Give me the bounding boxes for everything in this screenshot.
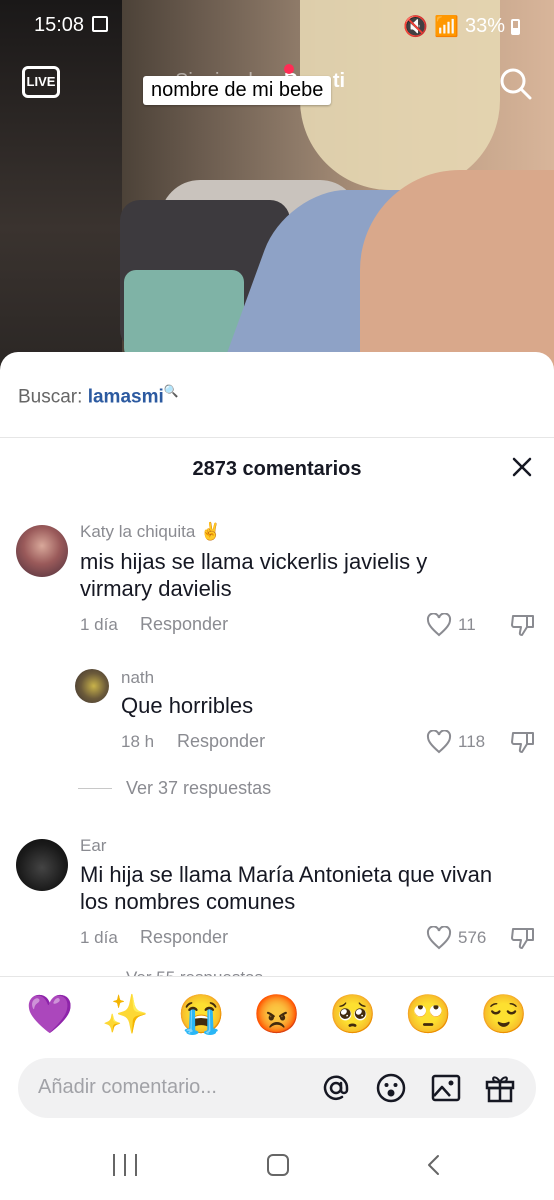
emoji-crying[interactable]: 😭 (178, 993, 225, 1037)
emoji-relieved[interactable]: 😌 (480, 993, 527, 1037)
view-replies-peek-inner: Ver 55 respuestas (78, 968, 263, 976)
comment-text-line: los nombres comunes (80, 889, 296, 914)
comment-time: 1 día (80, 928, 118, 947)
comment-text-line: mis hijas se llama vickerlis javielis y (80, 549, 428, 574)
back-icon[interactable] (425, 1154, 443, 1176)
search-icon[interactable] (498, 66, 532, 100)
live-icon[interactable]: LIVE (22, 66, 60, 98)
close-icon[interactable] (510, 455, 534, 479)
view-replies-peek[interactable]: Ver 55 respuestas (0, 960, 554, 976)
comments-count: 2873 comentarios (192, 458, 362, 480)
mute-icon: 🔇 (403, 16, 429, 38)
video-caption: nombre de mi bebe (143, 76, 332, 105)
dislike-icon[interactable] (510, 612, 536, 638)
emoji-icon[interactable] (375, 1072, 407, 1104)
image-icon[interactable] (430, 1072, 462, 1104)
view-replies-button[interactable]: Ver 37 respuestas (78, 778, 271, 799)
video-frame-shape (124, 270, 244, 360)
like-count: 118 (458, 732, 486, 751)
like-button[interactable]: 11 (426, 613, 476, 637)
search-small-icon: 🔍 (163, 384, 179, 398)
emoji-eye-roll[interactable]: 🙄 (405, 993, 452, 1037)
emoji-quick-bar: 💜 ✨ 😭 😡 🥺 🙄 😌 (0, 993, 554, 1037)
like-count: 11 (458, 615, 476, 634)
avatar[interactable] (16, 525, 68, 577)
replies-line (78, 788, 112, 789)
comment-text: Que horribles (121, 693, 254, 718)
home-icon[interactable] (267, 1154, 289, 1176)
video-player[interactable] (0, 0, 554, 380)
heart-icon (426, 730, 452, 754)
comment-time: 18 h (121, 732, 155, 751)
search-suggestion[interactable]: Buscar: lamasmi🔍 (18, 384, 179, 408)
heart-icon (426, 613, 452, 637)
comment-time: 1 día (80, 615, 118, 634)
comment-username[interactable]: Ear (80, 836, 106, 856)
comment-text: mis hijas se llama vickerlis javielis y … (80, 548, 427, 602)
video-frame-skin (360, 170, 554, 380)
comment-input-placeholder: Añadir comentario... (38, 1076, 217, 1098)
like-button[interactable]: 118 (426, 730, 485, 754)
view-replies-label: Ver 55 respuestas (126, 968, 263, 976)
reply-button[interactable]: Responder (140, 614, 228, 635)
comment-text-line: Mi hija se llama María Antonieta que viv… (80, 862, 493, 887)
emoji-angry[interactable]: 😡 (253, 993, 300, 1037)
comment-text-line: virmary davielis (80, 576, 232, 601)
comment-text: Mi hija se llama María Antonieta que viv… (80, 861, 492, 915)
status-bar: 15:08 🔇 📶 33% (0, 0, 554, 52)
divider (0, 437, 554, 438)
gift-icon[interactable] (484, 1072, 516, 1104)
emoji-purple-heart[interactable]: 💜 (26, 993, 73, 1037)
dislike-icon[interactable] (510, 925, 536, 951)
gallery-notification-icon (92, 16, 108, 32)
status-right: 🔇 📶 33% (403, 14, 520, 39)
comment-username[interactable]: Katy la chiquita ✌️ (80, 522, 221, 542)
status-time: 15:08 (34, 14, 85, 36)
reply-button[interactable]: Responder (140, 927, 228, 948)
comment-input[interactable]: Añadir comentario... (18, 1058, 536, 1118)
avatar[interactable] (75, 669, 109, 703)
view-replies-label: Ver 37 respuestas (126, 778, 272, 798)
dislike-icon[interactable] (510, 729, 536, 755)
wifi-icon: 📶 (434, 16, 459, 38)
battery-percent: 33% (464, 15, 505, 37)
live-indicator-dot (284, 64, 294, 74)
reply-button[interactable]: Responder (177, 731, 265, 752)
battery-icon (511, 18, 520, 35)
search-label: Buscar: (18, 386, 83, 408)
video-frame-left (0, 0, 122, 380)
emoji-pleading[interactable]: 🥺 (329, 993, 376, 1037)
like-button[interactable]: 576 (426, 926, 486, 950)
search-term[interactable]: lamasmi (88, 386, 164, 407)
avatar[interactable] (16, 839, 68, 891)
emoji-sparkles[interactable]: ✨ (102, 993, 149, 1037)
comment-username[interactable]: nath (121, 668, 154, 688)
divider (0, 976, 554, 977)
recent-apps-icon[interactable] (113, 1154, 137, 1176)
heart-icon (426, 926, 452, 950)
like-count: 576 (458, 928, 487, 947)
at-icon[interactable] (320, 1072, 352, 1104)
